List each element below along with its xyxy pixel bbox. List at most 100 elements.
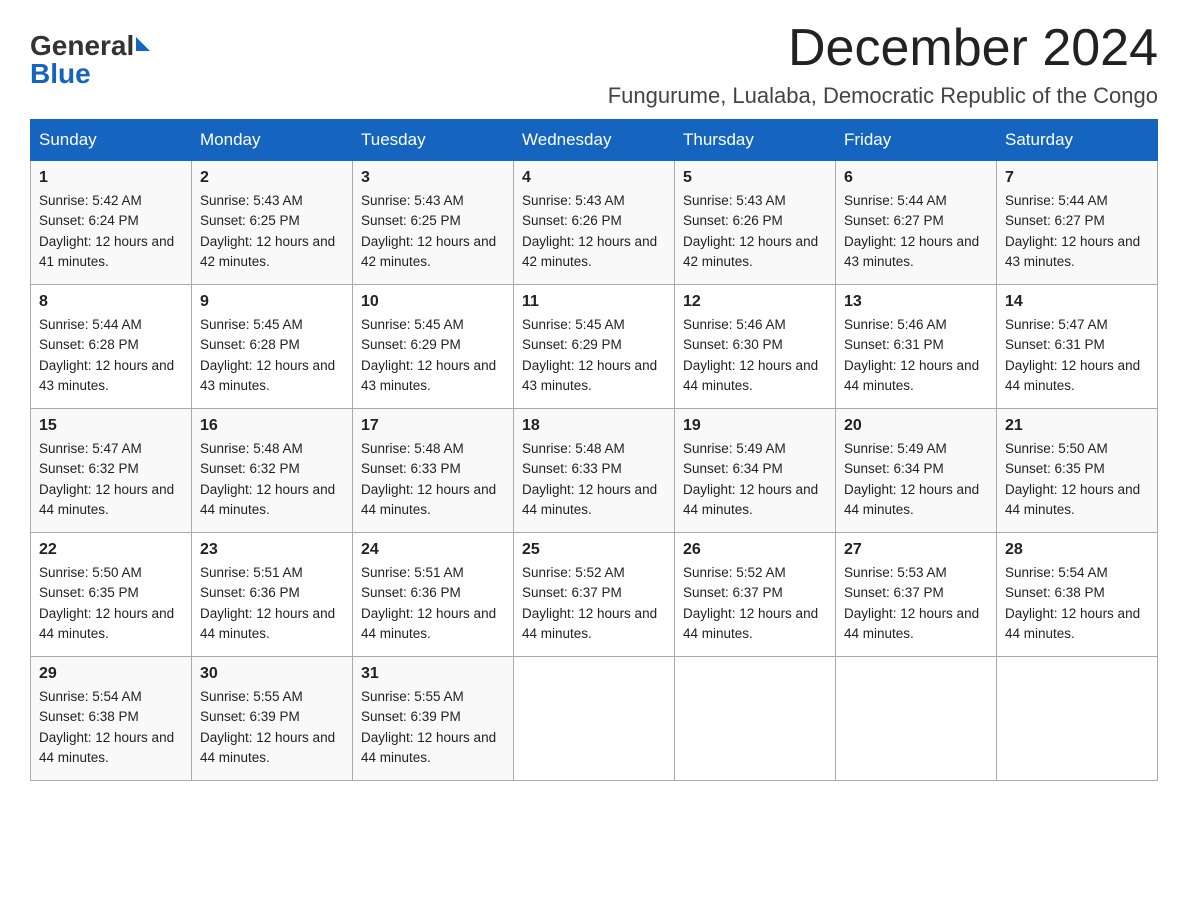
day-info: Sunrise: 5:42 AM Sunset: 6:24 PM Dayligh… — [39, 191, 183, 272]
day-number: 19 — [683, 417, 827, 435]
day-info: Sunrise: 5:48 AM Sunset: 6:33 PM Dayligh… — [522, 439, 666, 520]
day-info: Sunrise: 5:54 AM Sunset: 6:38 PM Dayligh… — [39, 687, 183, 768]
calendar-week-row: 8 Sunrise: 5:44 AM Sunset: 6:28 PM Dayli… — [31, 285, 1158, 409]
calendar-cell: 20 Sunrise: 5:49 AM Sunset: 6:34 PM Dayl… — [836, 409, 997, 533]
header-friday: Friday — [836, 120, 997, 161]
day-info: Sunrise: 5:48 AM Sunset: 6:33 PM Dayligh… — [361, 439, 505, 520]
day-number: 14 — [1005, 293, 1149, 311]
day-number: 17 — [361, 417, 505, 435]
header-wednesday: Wednesday — [514, 120, 675, 161]
day-info: Sunrise: 5:43 AM Sunset: 6:26 PM Dayligh… — [683, 191, 827, 272]
header-tuesday: Tuesday — [353, 120, 514, 161]
calendar-cell: 1 Sunrise: 5:42 AM Sunset: 6:24 PM Dayli… — [31, 161, 192, 285]
day-number: 16 — [200, 417, 344, 435]
calendar-cell — [675, 657, 836, 781]
calendar-cell: 25 Sunrise: 5:52 AM Sunset: 6:37 PM Dayl… — [514, 533, 675, 657]
calendar-cell: 13 Sunrise: 5:46 AM Sunset: 6:31 PM Dayl… — [836, 285, 997, 409]
day-number: 8 — [39, 293, 183, 311]
day-number: 31 — [361, 665, 505, 683]
day-number: 21 — [1005, 417, 1149, 435]
month-title: December 2024 — [608, 20, 1158, 77]
calendar-cell: 27 Sunrise: 5:53 AM Sunset: 6:37 PM Dayl… — [836, 533, 997, 657]
day-info: Sunrise: 5:45 AM Sunset: 6:28 PM Dayligh… — [200, 315, 344, 396]
calendar-table: SundayMondayTuesdayWednesdayThursdayFrid… — [30, 119, 1158, 781]
day-info: Sunrise: 5:45 AM Sunset: 6:29 PM Dayligh… — [522, 315, 666, 396]
day-info: Sunrise: 5:55 AM Sunset: 6:39 PM Dayligh… — [361, 687, 505, 768]
calendar-week-row: 22 Sunrise: 5:50 AM Sunset: 6:35 PM Dayl… — [31, 533, 1158, 657]
calendar-cell: 21 Sunrise: 5:50 AM Sunset: 6:35 PM Dayl… — [997, 409, 1158, 533]
day-number: 27 — [844, 541, 988, 559]
day-info: Sunrise: 5:44 AM Sunset: 6:27 PM Dayligh… — [844, 191, 988, 272]
calendar-cell: 6 Sunrise: 5:44 AM Sunset: 6:27 PM Dayli… — [836, 161, 997, 285]
calendar-cell: 30 Sunrise: 5:55 AM Sunset: 6:39 PM Dayl… — [192, 657, 353, 781]
calendar-cell: 12 Sunrise: 5:46 AM Sunset: 6:30 PM Dayl… — [675, 285, 836, 409]
calendar-cell: 28 Sunrise: 5:54 AM Sunset: 6:38 PM Dayl… — [997, 533, 1158, 657]
day-number: 28 — [1005, 541, 1149, 559]
logo-arrow-icon — [136, 37, 150, 51]
day-number: 7 — [1005, 169, 1149, 187]
day-number: 30 — [200, 665, 344, 683]
calendar-cell: 18 Sunrise: 5:48 AM Sunset: 6:33 PM Dayl… — [514, 409, 675, 533]
logo-blue-text: Blue — [30, 58, 91, 90]
header-thursday: Thursday — [675, 120, 836, 161]
day-info: Sunrise: 5:43 AM Sunset: 6:25 PM Dayligh… — [361, 191, 505, 272]
day-number: 23 — [200, 541, 344, 559]
day-number: 6 — [844, 169, 988, 187]
day-number: 4 — [522, 169, 666, 187]
calendar-cell: 23 Sunrise: 5:51 AM Sunset: 6:36 PM Dayl… — [192, 533, 353, 657]
day-number: 29 — [39, 665, 183, 683]
logo: General Blue — [30, 30, 150, 90]
calendar-cell: 10 Sunrise: 5:45 AM Sunset: 6:29 PM Dayl… — [353, 285, 514, 409]
day-info: Sunrise: 5:43 AM Sunset: 6:26 PM Dayligh… — [522, 191, 666, 272]
calendar-cell: 3 Sunrise: 5:43 AM Sunset: 6:25 PM Dayli… — [353, 161, 514, 285]
day-number: 22 — [39, 541, 183, 559]
day-number: 12 — [683, 293, 827, 311]
day-info: Sunrise: 5:55 AM Sunset: 6:39 PM Dayligh… — [200, 687, 344, 768]
calendar-cell: 11 Sunrise: 5:45 AM Sunset: 6:29 PM Dayl… — [514, 285, 675, 409]
calendar-cell: 14 Sunrise: 5:47 AM Sunset: 6:31 PM Dayl… — [997, 285, 1158, 409]
day-info: Sunrise: 5:54 AM Sunset: 6:38 PM Dayligh… — [1005, 563, 1149, 644]
page-header: General Blue December 2024 Fungurume, Lu… — [30, 20, 1158, 109]
calendar-cell: 19 Sunrise: 5:49 AM Sunset: 6:34 PM Dayl… — [675, 409, 836, 533]
day-info: Sunrise: 5:46 AM Sunset: 6:30 PM Dayligh… — [683, 315, 827, 396]
day-info: Sunrise: 5:43 AM Sunset: 6:25 PM Dayligh… — [200, 191, 344, 272]
calendar-cell: 5 Sunrise: 5:43 AM Sunset: 6:26 PM Dayli… — [675, 161, 836, 285]
day-info: Sunrise: 5:46 AM Sunset: 6:31 PM Dayligh… — [844, 315, 988, 396]
day-info: Sunrise: 5:52 AM Sunset: 6:37 PM Dayligh… — [522, 563, 666, 644]
day-info: Sunrise: 5:51 AM Sunset: 6:36 PM Dayligh… — [200, 563, 344, 644]
day-number: 11 — [522, 293, 666, 311]
calendar-cell: 24 Sunrise: 5:51 AM Sunset: 6:36 PM Dayl… — [353, 533, 514, 657]
day-number: 3 — [361, 169, 505, 187]
day-number: 24 — [361, 541, 505, 559]
day-info: Sunrise: 5:49 AM Sunset: 6:34 PM Dayligh… — [844, 439, 988, 520]
calendar-cell: 2 Sunrise: 5:43 AM Sunset: 6:25 PM Dayli… — [192, 161, 353, 285]
day-number: 1 — [39, 169, 183, 187]
day-info: Sunrise: 5:48 AM Sunset: 6:32 PM Dayligh… — [200, 439, 344, 520]
calendar-week-row: 15 Sunrise: 5:47 AM Sunset: 6:32 PM Dayl… — [31, 409, 1158, 533]
calendar-cell: 29 Sunrise: 5:54 AM Sunset: 6:38 PM Dayl… — [31, 657, 192, 781]
day-info: Sunrise: 5:49 AM Sunset: 6:34 PM Dayligh… — [683, 439, 827, 520]
day-info: Sunrise: 5:47 AM Sunset: 6:32 PM Dayligh… — [39, 439, 183, 520]
day-info: Sunrise: 5:50 AM Sunset: 6:35 PM Dayligh… — [1005, 439, 1149, 520]
day-info: Sunrise: 5:53 AM Sunset: 6:37 PM Dayligh… — [844, 563, 988, 644]
calendar-week-row: 29 Sunrise: 5:54 AM Sunset: 6:38 PM Dayl… — [31, 657, 1158, 781]
header-monday: Monday — [192, 120, 353, 161]
day-number: 9 — [200, 293, 344, 311]
day-info: Sunrise: 5:44 AM Sunset: 6:27 PM Dayligh… — [1005, 191, 1149, 272]
calendar-cell: 26 Sunrise: 5:52 AM Sunset: 6:37 PM Dayl… — [675, 533, 836, 657]
calendar-cell — [836, 657, 997, 781]
day-number: 13 — [844, 293, 988, 311]
day-info: Sunrise: 5:52 AM Sunset: 6:37 PM Dayligh… — [683, 563, 827, 644]
day-info: Sunrise: 5:47 AM Sunset: 6:31 PM Dayligh… — [1005, 315, 1149, 396]
calendar-cell: 7 Sunrise: 5:44 AM Sunset: 6:27 PM Dayli… — [997, 161, 1158, 285]
header-sunday: Sunday — [31, 120, 192, 161]
calendar-cell: 22 Sunrise: 5:50 AM Sunset: 6:35 PM Dayl… — [31, 533, 192, 657]
day-info: Sunrise: 5:44 AM Sunset: 6:28 PM Dayligh… — [39, 315, 183, 396]
calendar-cell: 17 Sunrise: 5:48 AM Sunset: 6:33 PM Dayl… — [353, 409, 514, 533]
day-number: 10 — [361, 293, 505, 311]
calendar-cell: 16 Sunrise: 5:48 AM Sunset: 6:32 PM Dayl… — [192, 409, 353, 533]
day-number: 20 — [844, 417, 988, 435]
day-number: 2 — [200, 169, 344, 187]
calendar-cell: 9 Sunrise: 5:45 AM Sunset: 6:28 PM Dayli… — [192, 285, 353, 409]
location-title: Fungurume, Lualaba, Democratic Republic … — [608, 83, 1158, 109]
